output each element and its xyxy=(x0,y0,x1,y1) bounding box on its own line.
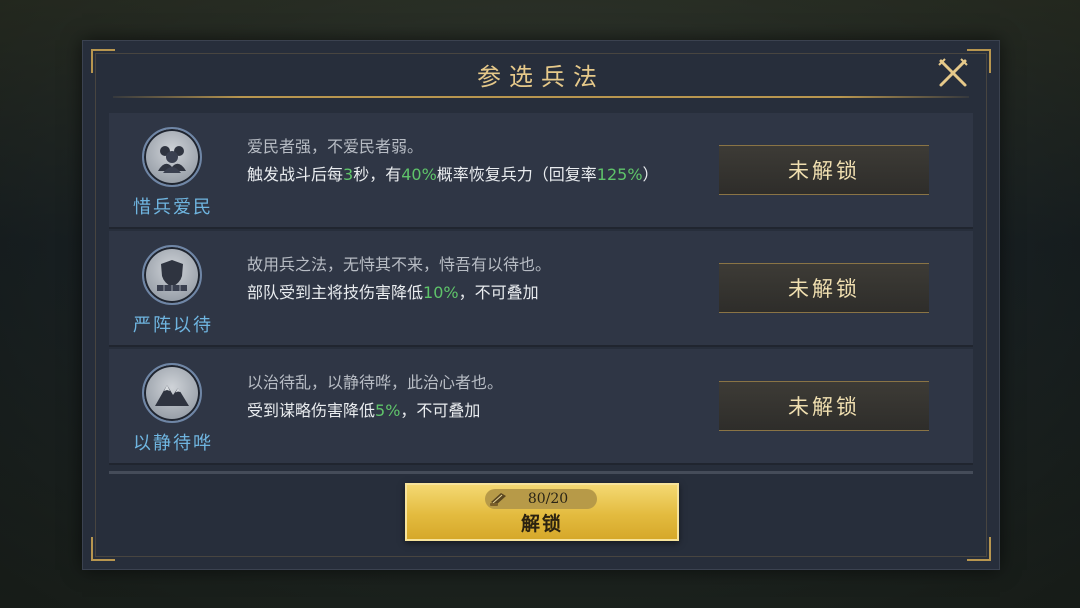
skill-row: 严阵以待 故用兵之法，无恃其不来，恃吾有以待也。 部队受到主将技伤害降低10%，… xyxy=(109,231,973,347)
skill-select-dialog: 参选兵法 惜兵爱民 爱民者强，不爱民者弱。 触发战斗后每3秒，有40%概率恢复兵… xyxy=(82,40,1000,570)
skill-effect: 部队受到主将技伤害降低10%，不可叠加 xyxy=(247,283,539,302)
skill-quote: 爱民者强，不爱民者弱。 xyxy=(247,137,424,156)
skill-effect: 受到谋略伤害降低5%，不可叠加 xyxy=(247,401,481,420)
locked-status-button[interactable]: 未解锁 xyxy=(719,381,929,431)
skill-name: 严阵以待 xyxy=(133,315,213,336)
skill-description: 故用兵之法，无恃其不来，恃吾有以待也。 部队受到主将技伤害降低10%，不可叠加 xyxy=(247,251,707,307)
skill-icon-frame xyxy=(142,245,202,305)
locked-status-button[interactable]: 未解锁 xyxy=(719,145,929,195)
skill-icon-frame xyxy=(142,363,202,423)
locked-status-button[interactable]: 未解锁 xyxy=(719,263,929,313)
skill-row: 以静待哗 以治待乱，以静待哗，此治心者也。 受到谋略伤害降低5%，不可叠加 未解… xyxy=(109,349,973,465)
frame-corner xyxy=(967,537,991,561)
skill-description: 爱民者强，不爱民者弱。 触发战斗后每3秒，有40%概率恢复兵力（回复率125%） xyxy=(247,133,707,189)
skill-name: 惜兵爱民 xyxy=(133,197,213,218)
cost-value: 80/20 xyxy=(527,491,569,507)
dialog-title: 参选兵法 xyxy=(477,63,605,91)
skill-quote: 以治待乱，以静待哗，此治心者也。 xyxy=(247,373,504,392)
skill-description: 以治待乱，以静待哗，此治心者也。 受到谋略伤害降低5%，不可叠加 xyxy=(247,369,707,425)
skill-row: 惜兵爱民 爱民者强，不爱民者弱。 触发战斗后每3秒，有40%概率恢复兵力（回复率… xyxy=(109,113,973,229)
scroll-book-icon xyxy=(490,493,506,506)
crossed-swords-close-icon xyxy=(938,58,968,87)
frame-corner xyxy=(91,537,115,561)
soldiers-group-icon xyxy=(158,146,186,173)
shield-wall-icon xyxy=(157,260,187,291)
cost-badge: 80/20 xyxy=(485,489,597,509)
skill-name: 以静待哗 xyxy=(133,433,213,454)
skill-effect: 触发战斗后每3秒，有40%概率恢复兵力（回复率125%） xyxy=(247,165,659,184)
mountain-icon xyxy=(155,385,189,406)
skill-list: 惜兵爱民 爱民者强，不爱民者弱。 触发战斗后每3秒，有40%概率恢复兵力（回复率… xyxy=(109,113,973,469)
unlock-button[interactable]: 80/20 解锁 xyxy=(405,483,679,541)
title-divider xyxy=(113,96,969,98)
unlock-label: 解锁 xyxy=(520,513,563,535)
close-button[interactable] xyxy=(935,55,971,91)
skill-icon-frame xyxy=(142,127,202,187)
skill-quote: 故用兵之法，无恃其不来，恃吾有以待也。 xyxy=(247,255,552,274)
list-divider xyxy=(109,471,973,474)
